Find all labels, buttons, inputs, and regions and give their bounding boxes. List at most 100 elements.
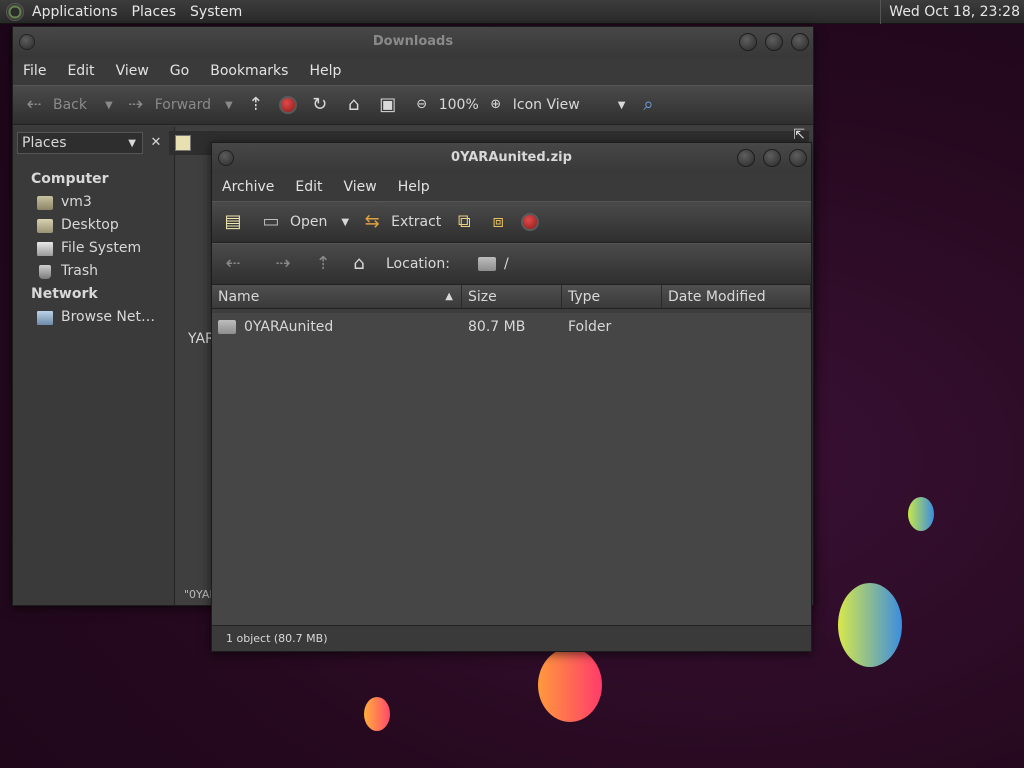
location-label: Location: bbox=[386, 256, 450, 272]
add-files-button[interactable]: ⧉ bbox=[453, 211, 475, 233]
computer-button[interactable]: ▣ bbox=[377, 94, 399, 116]
back-button[interactable]: ⇠ Back ▼ bbox=[23, 94, 113, 116]
maximize-button[interactable] bbox=[765, 33, 783, 51]
open-archive-icon: ▭ bbox=[262, 211, 280, 232]
forward-arrow-icon: ⇢ bbox=[128, 94, 144, 115]
stop-button[interactable] bbox=[278, 96, 297, 114]
extract-icon: ⇆ bbox=[364, 211, 380, 232]
panel-menu-system[interactable]: System bbox=[190, 4, 242, 20]
column-date-modified[interactable]: Date Modified bbox=[662, 285, 811, 308]
column-size[interactable]: Size bbox=[462, 285, 562, 308]
panel-clock[interactable]: Wed Oct 18, 23:28 bbox=[880, 0, 1024, 24]
stop-button[interactable] bbox=[521, 213, 540, 231]
minimize-button[interactable] bbox=[739, 33, 757, 51]
home-button[interactable]: ⌂ bbox=[348, 253, 370, 275]
view-mode-select[interactable]: Icon View ▼ bbox=[513, 97, 626, 113]
home-folder-icon bbox=[37, 195, 53, 210]
close-button[interactable] bbox=[791, 33, 809, 51]
home-folder-icon: ⌂ bbox=[348, 94, 360, 115]
sidebar-group-network: Network bbox=[31, 286, 98, 302]
folder-icon bbox=[477, 257, 496, 271]
distro-logo-icon[interactable] bbox=[6, 2, 24, 21]
back-button[interactable]: ⇠ bbox=[222, 253, 244, 275]
sidebar-item-file-system[interactable]: File System bbox=[37, 237, 174, 260]
window-menu-icon[interactable] bbox=[19, 34, 35, 50]
file-list[interactable]: 0YARAunited 80.7 MB Folder bbox=[212, 313, 811, 625]
add-folder-button[interactable]: ⧈ bbox=[487, 211, 509, 233]
menu-archive[interactable]: Archive bbox=[222, 179, 274, 195]
panel-menu-applications[interactable]: Applications bbox=[32, 4, 118, 20]
sidebar-item-browse-network[interactable]: Browse Net… bbox=[37, 306, 174, 329]
folder-icon bbox=[218, 320, 236, 334]
close-sidebar-button[interactable]: ✕ bbox=[145, 133, 167, 153]
window-title: Downloads bbox=[372, 34, 454, 49]
zoom-out-button[interactable]: ⊖ bbox=[411, 94, 433, 116]
forward-history-dropdown-icon[interactable]: ▼ bbox=[225, 100, 233, 111]
edit-location-icon[interactable] bbox=[175, 135, 191, 151]
file-list-header: Name ▲ Size Type Date Modified bbox=[212, 285, 811, 309]
forward-arrow-icon: ⇢ bbox=[275, 253, 291, 274]
minimize-button[interactable] bbox=[737, 149, 755, 167]
menu-view[interactable]: View bbox=[344, 179, 377, 195]
zoom-in-button[interactable]: ⊕ bbox=[485, 94, 507, 116]
file-size-cell: 80.7 MB bbox=[468, 319, 526, 335]
stop-icon bbox=[278, 96, 297, 114]
window-menu-icon[interactable] bbox=[218, 150, 234, 166]
back-history-dropdown-icon[interactable]: ▼ bbox=[105, 100, 113, 111]
menu-help[interactable]: Help bbox=[309, 63, 341, 79]
sidebar-selector[interactable]: Places ▼ bbox=[17, 132, 143, 154]
menu-edit[interactable]: Edit bbox=[67, 63, 94, 79]
menu-file[interactable]: File bbox=[23, 63, 46, 79]
sidebar-item-desktop[interactable]: Desktop bbox=[37, 214, 174, 237]
archive-location-bar: ⇠ ⇢ ⇡ ⌂ Location: / bbox=[212, 243, 811, 285]
decorative-bubble bbox=[838, 583, 902, 667]
search-button[interactable]: ⌕ bbox=[637, 94, 659, 116]
location-field[interactable]: / bbox=[477, 256, 509, 272]
resize-grip-icon[interactable]: ⇱ bbox=[793, 127, 805, 143]
add-folder-icon: ⧈ bbox=[492, 211, 504, 232]
decorative-bubble bbox=[908, 497, 934, 531]
menu-edit[interactable]: Edit bbox=[295, 179, 322, 195]
archive-window: 0YARAunited.zip Archive Edit View Help ▤… bbox=[211, 142, 812, 652]
maximize-button[interactable] bbox=[763, 149, 781, 167]
up-arrow-icon: ⇡ bbox=[315, 253, 331, 274]
forward-button[interactable]: ⇢ bbox=[272, 253, 294, 275]
table-row[interactable]: 0YARAunited 80.7 MB Folder bbox=[212, 313, 811, 341]
extract-button[interactable]: ⇆ Extract bbox=[361, 211, 442, 233]
sidebar-item-vm3[interactable]: vm3 bbox=[37, 191, 174, 214]
home-icon: ⌂ bbox=[353, 253, 365, 274]
archive-toolbar: ▤ ▭ Open ▼ ⇆ Extract ⧉ ⧈ bbox=[212, 201, 811, 243]
network-icon bbox=[37, 310, 53, 325]
up-button[interactable]: ⇡ bbox=[245, 94, 267, 116]
decorative-bubble bbox=[364, 697, 390, 731]
menu-bookmarks[interactable]: Bookmarks bbox=[210, 63, 288, 79]
reload-button[interactable]: ↻ bbox=[309, 94, 331, 116]
downloads-menubar: File Edit View Go Bookmarks Help bbox=[13, 57, 813, 85]
downloads-titlebar[interactable]: Downloads bbox=[13, 27, 813, 57]
sidebar-item-trash[interactable]: Trash bbox=[37, 260, 174, 283]
filesystem-icon bbox=[37, 241, 53, 256]
decorative-bubble bbox=[538, 648, 602, 722]
back-arrow-icon: ⇠ bbox=[26, 94, 42, 115]
new-archive-button[interactable]: ▤ bbox=[222, 211, 244, 233]
forward-button[interactable]: ⇢ Forward ▼ bbox=[125, 94, 233, 116]
top-panel: Applications Places System Wed Oct 18, 2… bbox=[0, 0, 1024, 24]
open-dropdown-icon[interactable]: ▼ bbox=[341, 217, 349, 228]
column-type[interactable]: Type bbox=[562, 285, 662, 308]
archive-titlebar[interactable]: 0YARAunited.zip bbox=[212, 143, 811, 173]
desktop-icon bbox=[37, 218, 53, 233]
up-button[interactable]: ⇡ bbox=[312, 253, 334, 275]
home-button[interactable]: ⌂ bbox=[343, 94, 365, 116]
sort-ascending-icon: ▲ bbox=[445, 291, 453, 302]
status-bar: 1 object (80.7 MB) bbox=[212, 625, 811, 651]
sidebar: Places ▼ ✕ Computer vm3 Desktop File Sys… bbox=[13, 127, 175, 605]
open-button[interactable]: ▭ Open ▼ bbox=[260, 211, 349, 233]
downloads-toolbar: ⇠ Back ▼ ⇢ Forward ▼ ⇡ ↻ ⌂ ▣ ⊖ 100% ⊕ Ic… bbox=[13, 85, 813, 125]
close-button[interactable] bbox=[789, 149, 807, 167]
menu-go[interactable]: Go bbox=[170, 63, 189, 79]
panel-menu-places[interactable]: Places bbox=[132, 4, 177, 20]
menu-help[interactable]: Help bbox=[398, 179, 430, 195]
file-name-cell: 0YARAunited bbox=[212, 319, 462, 335]
menu-view[interactable]: View bbox=[116, 63, 149, 79]
column-name[interactable]: Name ▲ bbox=[212, 285, 462, 308]
